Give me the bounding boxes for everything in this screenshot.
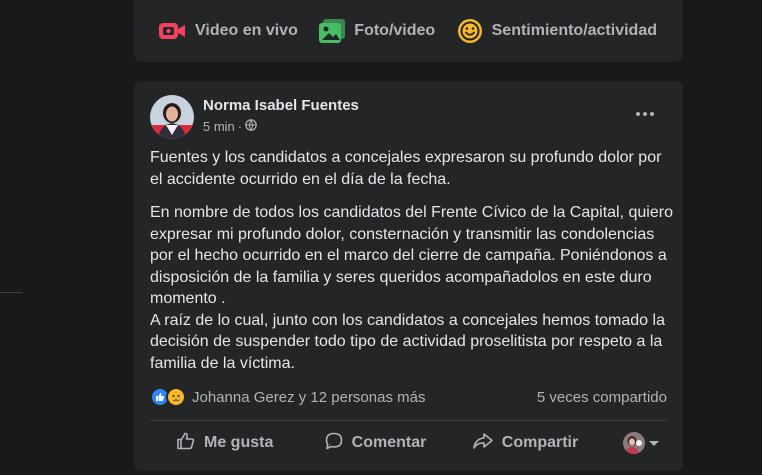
post-card: Norma Isabel Fuentes 5 min · Fuentes y l… [134, 81, 683, 471]
feeling-activity-button[interactable]: Sentimiento/actividad [457, 18, 657, 44]
more-options-button[interactable] [627, 101, 663, 127]
more-dot-icon [643, 112, 647, 116]
like-button[interactable]: Me gusta [150, 431, 300, 456]
photo-video-button[interactable]: Foto/video [319, 19, 435, 43]
feeling-activity-label: Sentimiento/actividad [491, 22, 657, 39]
avatar [623, 432, 645, 454]
post-paragraph: A raíz de lo cual, junto con los candida… [150, 311, 665, 372]
post-paragraph: Fuentes y los candidatos a concejales ex… [150, 149, 662, 188]
comment-icon [324, 431, 344, 456]
profile-selector[interactable] [623, 432, 667, 454]
comment-label: Comentar [351, 434, 427, 451]
like-label: Me gusta [204, 434, 274, 451]
chevron-down-icon [649, 440, 659, 446]
smiley-icon [457, 18, 483, 44]
comment-button[interactable]: Comentar [300, 431, 450, 456]
post-meta: 5 min · [203, 119, 257, 134]
reactions-row: Johanna Gerez y 12 personas más 5 veces … [150, 386, 667, 408]
divider-line [150, 420, 667, 421]
avatar[interactable] [150, 95, 194, 139]
post-actions: Me gusta Comentar Compartir [150, 425, 667, 461]
photo-video-label: Foto/video [354, 22, 436, 39]
meta-separator: · [237, 119, 243, 134]
thumbs-up-icon [176, 431, 196, 456]
divider-line [0, 292, 22, 293]
reactions-summary[interactable]: Johanna Gerez y 12 personas más [150, 387, 425, 407]
more-dot-icon [636, 112, 640, 116]
live-video-button[interactable]: Video en vivo [158, 19, 298, 43]
photo-icon [319, 19, 346, 43]
live-video-icon [158, 19, 186, 43]
share-button[interactable]: Compartir [450, 431, 600, 456]
share-icon [472, 431, 494, 456]
post-author-name[interactable]: Norma Isabel Fuentes [203, 97, 359, 114]
shares-count[interactable]: 5 veces compartido [537, 389, 667, 406]
post-body: Fuentes y los candidatos a concejales ex… [150, 147, 675, 374]
post-time[interactable]: 5 min [203, 119, 235, 134]
reaction-icons [150, 387, 186, 407]
composer-card: Video en vivo Foto/video Sentimiento/act… [134, 0, 683, 62]
more-dot-icon [650, 112, 654, 116]
sad-reaction-icon [166, 387, 186, 407]
share-label: Compartir [501, 434, 579, 451]
globe-icon [245, 119, 257, 134]
post-paragraph: En nombre de todos los candidatos del Fr… [150, 204, 673, 307]
reactions-text: Johanna Gerez y 12 personas más [192, 388, 426, 406]
live-video-label: Video en vivo [195, 22, 298, 39]
